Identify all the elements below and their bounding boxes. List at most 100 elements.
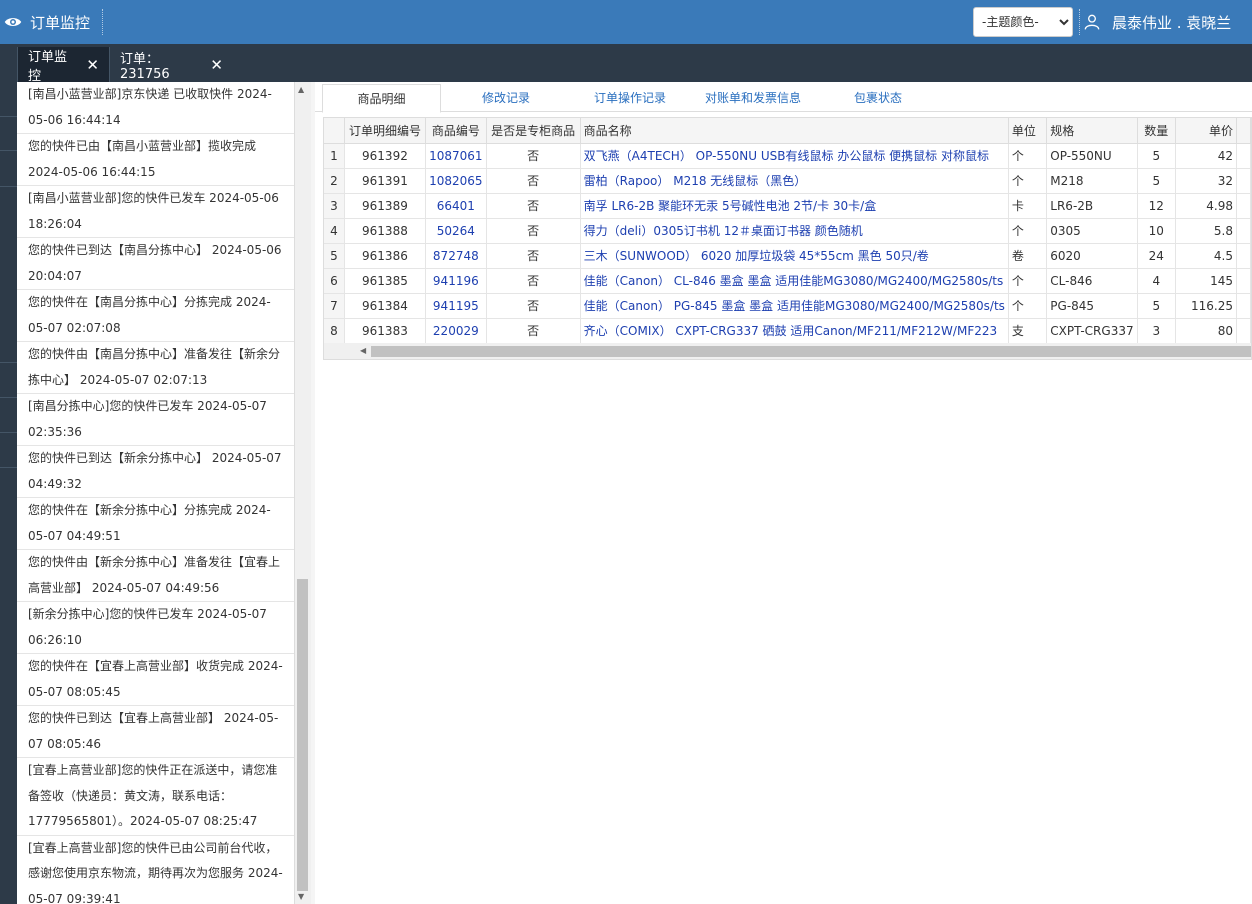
sku-cell[interactable]: 1087061 — [425, 143, 487, 169]
table-row[interactable]: 2 961391 1082065 否雷柏（Rapoo） M218 无线鼠标（黑色）个 M… — [324, 168, 1251, 194]
product-table: 订单明细编号 商品编号 是否是专柜商品 商品名称 单位 规格 数量 单价 1 96… — [324, 118, 1251, 344]
column-header[interactable]: 订单明细编号 — [344, 118, 427, 144]
column-header[interactable]: 商品编号 — [425, 118, 487, 144]
user-menu[interactable]: 晨泰伟业 . 袁晓兰 — [1084, 0, 1231, 44]
list-item: 您的快件已到达【南昌分拣中心】 2024-05-06 20:04:07 — [17, 238, 294, 290]
product-name-cell[interactable]: 佳能（Canon） CL-846 墨盒 墨盒 适用佳能MG3080/MG2400… — [580, 268, 1009, 294]
filler-header — [1236, 118, 1251, 144]
filler-cell — [1236, 193, 1251, 219]
quantity-cell: 5 — [1137, 168, 1176, 194]
sku-cell[interactable]: 1082065 — [425, 168, 487, 194]
column-header[interactable]: 商品名称 — [580, 118, 1009, 144]
sku-cell[interactable]: 941196 — [425, 268, 487, 294]
horizontal-scrollbar[interactable]: ◀ — [324, 343, 1251, 359]
horizontal-scroll-thumb[interactable] — [371, 346, 1251, 357]
counter-cell: 否 — [486, 293, 581, 319]
detail-id-cell: 961383 — [344, 318, 427, 344]
sku-cell[interactable]: 941195 — [425, 293, 487, 319]
sku-cell[interactable]: 50264 — [425, 218, 487, 244]
quantity-cell: 10 — [1137, 218, 1176, 244]
list-item: 您的快件已由【南昌小蓝营业部】揽收完成 2024-05-06 16:44:15 — [17, 134, 294, 186]
list-item: 您的快件已到达【新余分拣中心】 2024-05-07 04:49:32 — [17, 446, 294, 498]
row-number: 5 — [324, 243, 345, 269]
product-name-cell[interactable]: 南孚 LR6-2B 聚能环无汞 5号碱性电池 2节/卡 30卡/盒 — [580, 193, 1009, 219]
tab-label: 订单监控 — [28, 49, 68, 84]
log-scroll-thumb[interactable] — [297, 579, 308, 891]
detail-id-cell: 961392 — [344, 143, 427, 169]
column-header[interactable]: 单价 — [1175, 118, 1238, 144]
counter-cell: 否 — [486, 218, 581, 244]
detail-id-cell: 961386 — [344, 243, 427, 269]
table-row[interactable]: 1 961392 1087061 否双飞燕（A4TECH） OP-550NU USB有… — [324, 143, 1251, 169]
table-row[interactable]: 5 961386 872748 否三木（SUNWOOD） 6020 加厚垃圾袋 45*… — [324, 243, 1251, 269]
brand: 订单监控 — [0, 0, 90, 44]
column-header[interactable]: 规格 — [1046, 118, 1138, 144]
close-icon[interactable]: ✕ — [210, 56, 223, 74]
product-name-cell[interactable]: 齐心（COMIX） CXPT-CRG337 硒鼓 适用Canon/MF211/M… — [580, 318, 1009, 344]
side-divider — [0, 186, 17, 187]
detail-id-cell: 961391 — [344, 168, 427, 194]
sku-cell[interactable]: 66401 — [425, 193, 487, 219]
spec-cell: PG-845 — [1046, 293, 1138, 319]
detail-id-cell: 961385 — [344, 268, 427, 294]
filler-cell — [1236, 143, 1251, 169]
table-row[interactable]: 6 961385 941196 否佳能（Canon） CL-846 墨盒 墨盒 适用佳… — [324, 268, 1251, 294]
tab-statement-invoice[interactable]: 对账单和发票信息 — [698, 84, 808, 113]
spec-cell: 6020 — [1046, 243, 1138, 269]
tab-operation-log[interactable]: 订单操作记录 — [575, 84, 685, 113]
tab-label: 订单：231756 — [120, 51, 170, 82]
sku-cell[interactable]: 872748 — [425, 243, 487, 269]
list-item: 您的快件由【南昌分拣中心】准备发往【新余分拣中心】 2024-05-07 02:… — [17, 342, 294, 394]
scroll-up-icon[interactable]: ▲ — [298, 85, 304, 94]
table-row[interactable]: 8 961383 220029 否齐心（COMIX） CXPT-CRG337 硒鼓 适… — [324, 318, 1251, 344]
tab-order-detail[interactable]: 订单：231756 ✕ — [109, 47, 233, 82]
product-name-cell[interactable]: 三木（SUNWOOD） 6020 加厚垃圾袋 45*55cm 黑色 50只/卷 — [580, 243, 1009, 269]
quantity-cell: 24 — [1137, 243, 1176, 269]
spec-cell: CL-846 — [1046, 268, 1138, 294]
unit-cell: 个 — [1008, 143, 1048, 169]
unit-cell: 个 — [1008, 268, 1048, 294]
row-number: 2 — [324, 168, 345, 194]
product-name-cell[interactable]: 雷柏（Rapoo） M218 无线鼠标（黑色） — [580, 168, 1009, 194]
tab-change-log[interactable]: 修改记录 — [452, 84, 560, 113]
list-item: 您的快件在【新余分拣中心】分拣完成 2024-05-07 04:49:51 — [17, 498, 294, 550]
row-number-header — [324, 118, 345, 144]
unit-cell: 个 — [1008, 218, 1048, 244]
product-name-cell[interactable]: 得力（deli）0305订书机 12＃桌面订书器 颜色随机 — [580, 218, 1009, 244]
list-item: [南昌分拣中心]您的快件已发车 2024-05-07 02:35:36 — [17, 394, 294, 446]
app-title: 订单监控 — [30, 13, 91, 32]
list-item: [宜春上高营业部]您的快件正在派送中，请您准备签收（快递员：黄文涛，联系电话：1… — [17, 758, 294, 836]
quantity-cell: 5 — [1137, 143, 1176, 169]
theme-color-select[interactable]: -主题颜色- — [973, 7, 1073, 37]
tab-order-monitor[interactable]: 订单监控 ✕ — [17, 47, 109, 84]
column-header[interactable]: 数量 — [1137, 118, 1176, 144]
counter-cell: 否 — [486, 318, 581, 344]
scroll-left-icon[interactable]: ◀ — [360, 346, 366, 355]
tab-package-status[interactable]: 包裹状态 — [823, 84, 933, 113]
price-cell: 80 — [1175, 318, 1238, 344]
table-row[interactable]: 7 961384 941195 否佳能（Canon） PG-845 墨盒 墨盒 适用佳… — [324, 293, 1251, 319]
eye-icon — [4, 18, 22, 26]
side-strip — [0, 82, 17, 904]
product-name-cell[interactable]: 双飞燕（A4TECH） OP-550NU USB有线鼠标 办公鼠标 便携鼠标 对… — [580, 143, 1009, 169]
product-name-cell[interactable]: 佳能（Canon） PG-845 墨盒 墨盒 适用佳能MG3080/MG2400… — [580, 293, 1009, 319]
column-header[interactable]: 是否是专柜商品 — [486, 118, 581, 144]
table-row[interactable]: 4 961388 50264 否得力（deli）0305订书机 12＃桌面订书器 颜色… — [324, 218, 1251, 244]
table-row[interactable]: 3 961389 66401 否南孚 LR6-2B 聚能环无汞 5号碱性电池 2节/卡… — [324, 193, 1251, 219]
counter-cell: 否 — [486, 268, 581, 294]
close-icon[interactable]: ✕ — [86, 56, 99, 74]
main-content: 商品明细 修改记录 订单操作记录 对账单和发票信息 包裹状态 订单明细编号 商品… — [315, 82, 1252, 904]
log-scrollbar[interactable]: ▲ ▼ — [295, 82, 311, 904]
quantity-cell: 12 — [1137, 193, 1176, 219]
sku-cell[interactable]: 220029 — [425, 318, 487, 344]
scroll-down-icon[interactable]: ▼ — [298, 892, 304, 901]
column-header[interactable]: 单位 — [1008, 118, 1048, 144]
spec-cell: CXPT-CRG337 — [1046, 318, 1138, 344]
table-header-row: 订单明细编号 商品编号 是否是专柜商品 商品名称 单位 规格 数量 单价 — [324, 118, 1251, 144]
page-tab-bar: 订单监控 ✕ 订单：231756 ✕ — [0, 44, 1252, 84]
tab-product-detail[interactable]: 商品明细 — [322, 84, 441, 113]
top-bar: 订单监控 -主题颜色- 晨泰伟业 . 袁晓兰 — [0, 0, 1252, 44]
user-icon — [1084, 14, 1100, 30]
row-number: 3 — [324, 193, 345, 219]
unit-cell: 个 — [1008, 293, 1048, 319]
